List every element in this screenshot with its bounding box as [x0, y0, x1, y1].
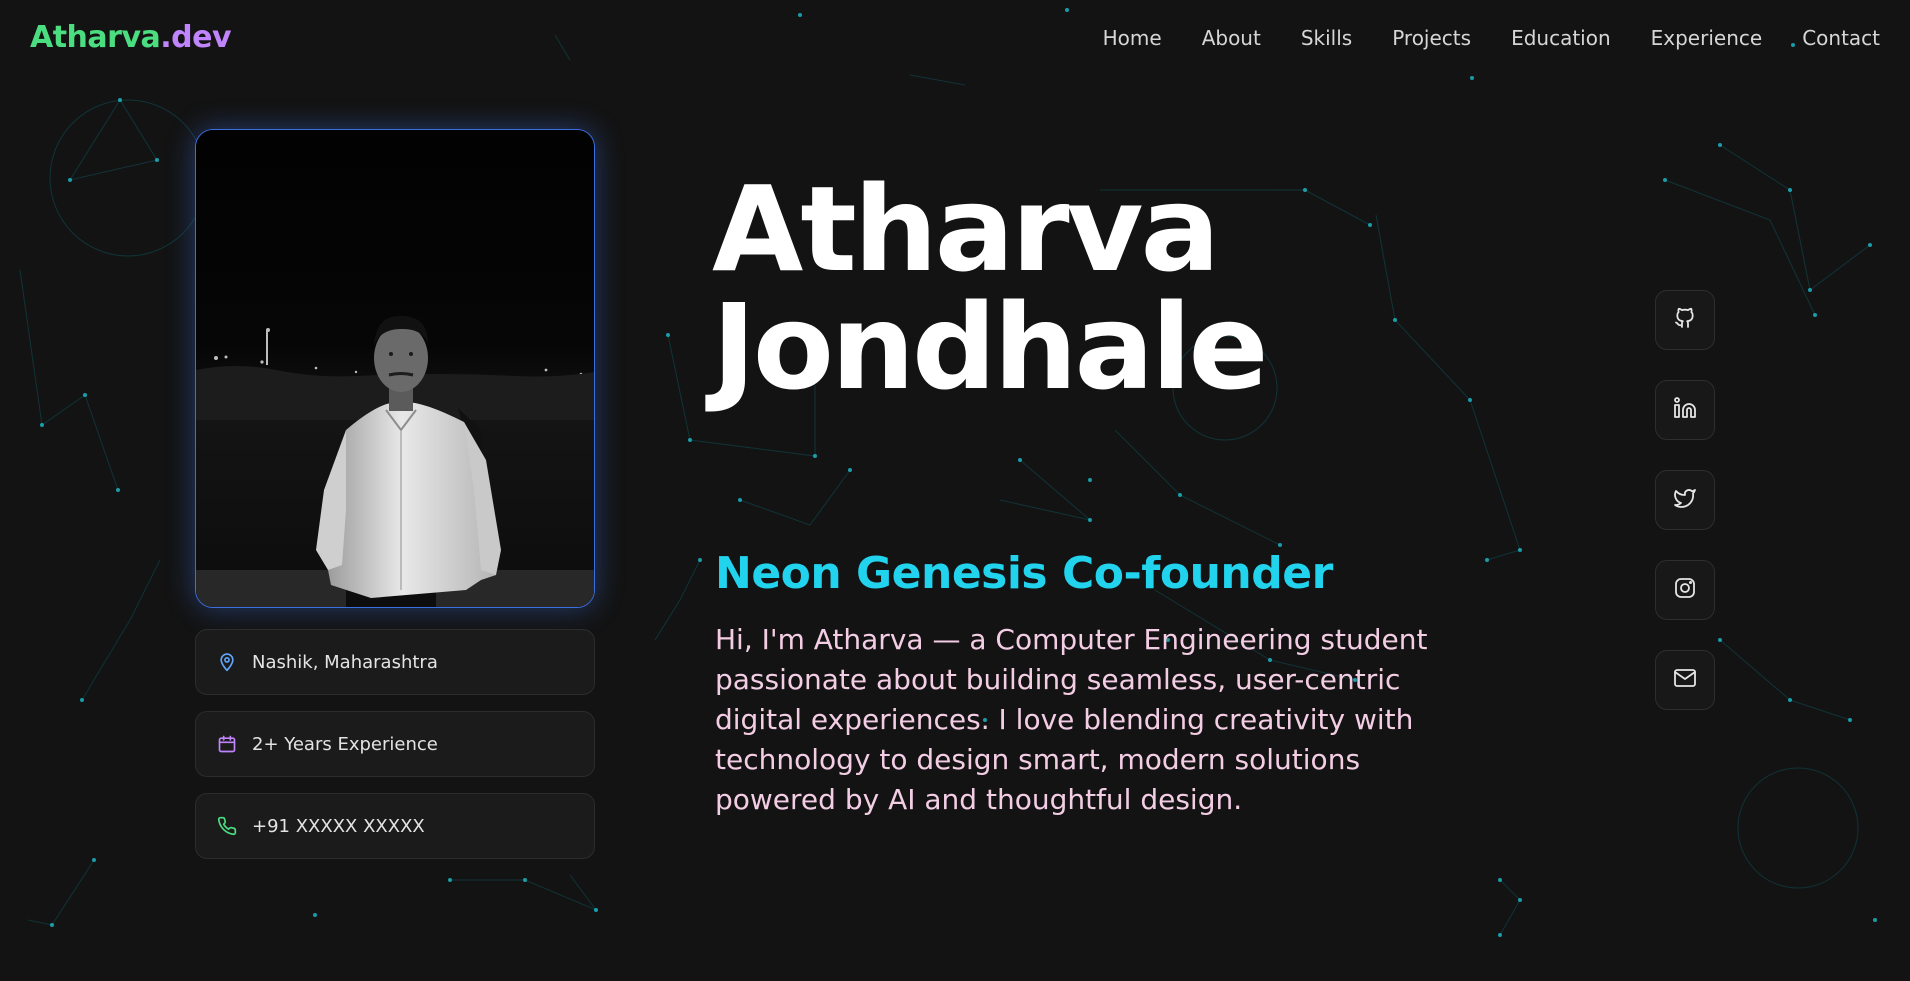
- profile-photo: [195, 129, 595, 608]
- hero-name: Atharva Jondhale: [712, 170, 1269, 406]
- github-button[interactable]: [1655, 290, 1715, 350]
- instagram-icon: [1673, 576, 1697, 604]
- twitter-button[interactable]: [1655, 470, 1715, 530]
- page: Atharva.dev Home About Skills Projects E…: [0, 0, 1910, 981]
- brand-logo[interactable]: Atharva.dev: [30, 20, 232, 55]
- experience-card: 2+ Years Experience: [195, 711, 595, 777]
- main-nav: Home About Skills Projects Education Exp…: [1063, 26, 1880, 50]
- location-card: Nashik, Maharashtra: [195, 629, 595, 695]
- calendar-icon: [216, 733, 238, 755]
- twitter-icon: [1673, 486, 1697, 514]
- phone-icon: [216, 815, 238, 837]
- phone-card: +91 XXXXX XXXXX: [195, 793, 595, 859]
- nav-item-contact[interactable]: Contact: [1802, 26, 1880, 50]
- mail-icon: [1673, 666, 1697, 694]
- mail-button[interactable]: [1655, 650, 1715, 710]
- nav-item-education[interactable]: Education: [1511, 26, 1611, 50]
- hero-last-name: Jondhale: [712, 278, 1269, 416]
- linkedin-icon: [1673, 396, 1697, 424]
- brand-name-first: Atharva: [30, 20, 161, 55]
- nav-item-skills[interactable]: Skills: [1301, 26, 1352, 50]
- nav-item-home[interactable]: Home: [1103, 26, 1162, 50]
- map-pin-icon: [216, 651, 238, 673]
- github-icon: [1673, 306, 1697, 334]
- hero-bio: Hi, I'm Atharva — a Computer Engineering…: [715, 623, 1428, 816]
- hero-role: Neon Genesis Co-founder: [715, 548, 1333, 599]
- instagram-button[interactable]: [1655, 560, 1715, 620]
- nav-item-about[interactable]: About: [1202, 26, 1261, 50]
- phone-text: +91 XXXXX XXXXX: [252, 815, 425, 837]
- nav-item-projects[interactable]: Projects: [1392, 26, 1471, 50]
- experience-text: 2+ Years Experience: [252, 733, 438, 755]
- location-text: Nashik, Maharashtra: [252, 651, 438, 673]
- nav-item-experience[interactable]: Experience: [1651, 26, 1763, 50]
- brand-name-domain: .dev: [160, 20, 232, 55]
- linkedin-button[interactable]: [1655, 380, 1715, 440]
